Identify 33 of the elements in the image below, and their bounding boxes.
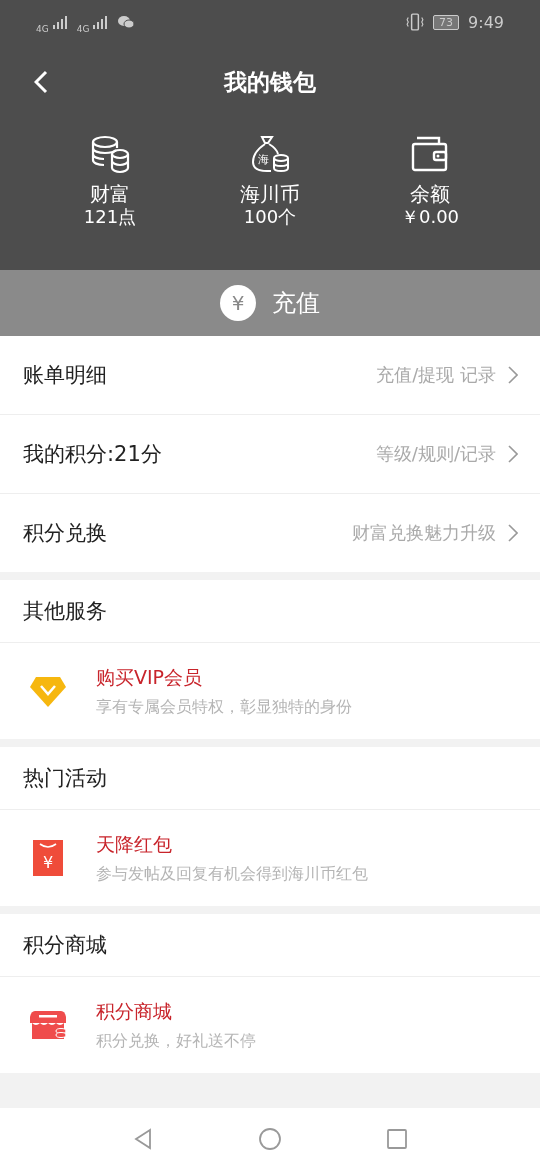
chevron-icon [508,524,518,542]
menu-row[interactable]: 积分兑换 财富兑换魅力升级 [0,494,540,572]
stat-value: 100个 [243,206,297,228]
stat-label: 财富 [90,182,130,206]
vibrate-icon [406,13,425,31]
stat-label: 海川币 [240,182,300,206]
recents-nav-icon[interactable] [384,1127,409,1151]
coins-icon[interactable] [90,134,130,174]
stat-value: ￥0.00 [400,206,460,228]
chevron-icon [508,445,518,463]
battery-indicator: 73 [433,14,460,30]
page-title: 我的钱包 [224,67,316,97]
network-label: 4G [36,24,49,34]
chat-icon [117,15,136,29]
menu-row[interactable]: 我的积分:21分 等级/规则/记录 [0,415,540,494]
service-item[interactable]: 积分商城 积分兑换，好礼送不停 [0,977,540,1073]
signal-icon [51,15,70,29]
home-nav-icon[interactable] [258,1127,282,1151]
menu-row[interactable]: 账单明细 充值/提现 记录 [0,336,540,415]
back-icon[interactable] [34,70,48,94]
service-item[interactable]: ¥ 天降红包 参与发帖及回复有机会得到海川币红包 [0,810,540,906]
yen-icon: ¥ [220,285,256,321]
section-title: 积分商城 [23,932,107,959]
stat-value: 121点 [83,206,137,228]
section-title: 热门活动 [23,765,107,792]
chevron-icon [508,366,518,384]
wallet-icon[interactable] [410,134,450,174]
network-label: 4G [76,24,90,34]
stat-label: 余额 [410,182,450,206]
recharge-button[interactable]: ¥ 充值 [0,270,540,336]
section-title: 其他服务 [23,598,107,625]
service-item[interactable]: 购买VIP会员 享有专属会员特权，彰显独特的身份 [0,643,540,739]
clock: 9:49 [468,12,504,32]
